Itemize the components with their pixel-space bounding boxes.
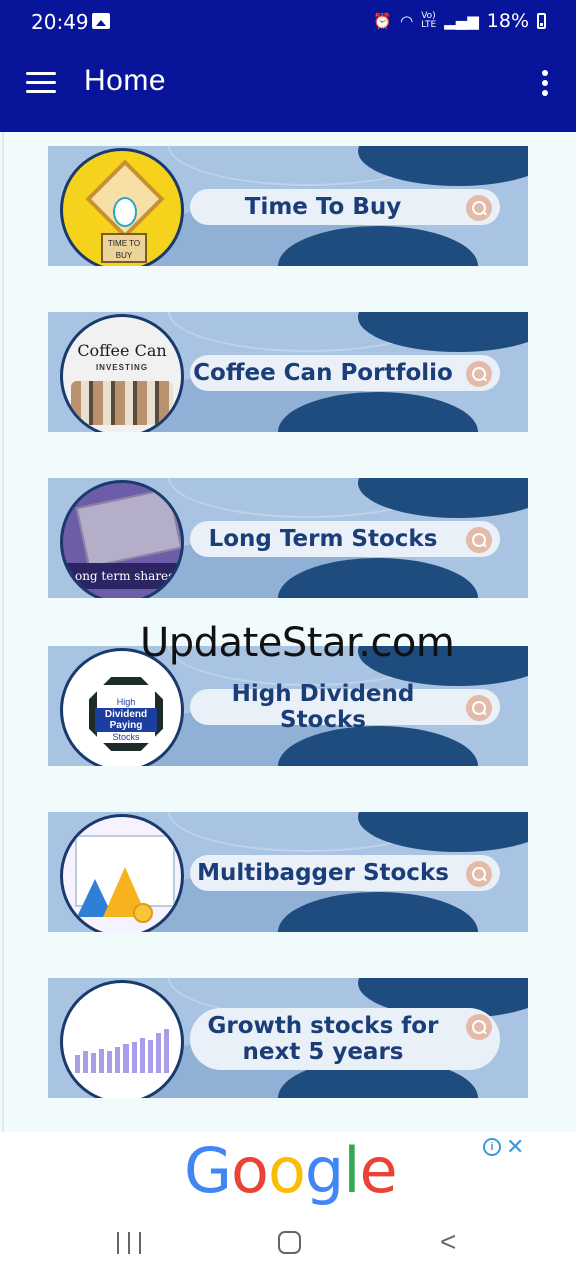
search-icon	[466, 695, 492, 721]
art-top: High	[116, 697, 136, 707]
page-title: Home	[84, 64, 167, 97]
banner-pill: Coffee Can Portfolio	[190, 355, 500, 391]
battery-percent: 18%	[486, 10, 529, 32]
banner-label: High Dividend Stocks	[231, 681, 415, 733]
banner-pill: Long Term Stocks	[190, 521, 500, 557]
hamburger-menu-icon[interactable]	[26, 72, 56, 96]
art-mid: Dividend Paying	[95, 708, 157, 732]
art-sign: TIME TO BUY	[101, 233, 147, 263]
more-options-icon[interactable]	[540, 70, 550, 100]
banner-growth-stocks[interactable]: Growth stocks for next 5 years	[48, 978, 528, 1098]
ad-banner[interactable]: Google i ✕	[0, 1132, 576, 1218]
app-bar: Home	[0, 44, 576, 132]
ad-info-icon[interactable]: i	[483, 1138, 501, 1156]
money-illustration: Long term shares	[60, 480, 184, 598]
wifi-icon: ◠	[400, 12, 414, 30]
art-bottom: Stocks	[112, 732, 140, 742]
banner-label: Coffee Can Portfolio	[193, 360, 453, 386]
banner-pill: Growth stocks for next 5 years	[190, 1008, 500, 1070]
system-nav-bar: <	[0, 1218, 576, 1280]
status-time: 20:49	[31, 10, 89, 34]
search-icon	[466, 361, 492, 387]
search-icon	[466, 861, 492, 887]
ad-close-icon[interactable]: ✕	[506, 1134, 524, 1160]
art-caption: Long term shares	[63, 563, 181, 589]
back-icon[interactable]: <	[440, 1228, 456, 1256]
signal-icon: ▂▄▆	[444, 12, 479, 30]
banner-label: Growth stocks for next 5 years	[207, 1013, 439, 1065]
watermark: UpdateStar.com	[140, 620, 455, 666]
banner-pill: Time To Buy	[190, 189, 500, 225]
banner-multibagger-stocks[interactable]: Multibagger Stocks	[48, 812, 528, 932]
status-indicators: ⏰ ◠ Vo) LTE ▂▄▆ 18%	[373, 10, 546, 32]
image-notification-icon	[92, 13, 110, 29]
coffee-can-illustration: Coffee Can INVESTING	[60, 314, 184, 432]
banner-pill: Multibagger Stocks	[190, 855, 500, 891]
status-bar: 20:49 ⏰ ◠ Vo) LTE ▂▄▆ 18%	[0, 0, 576, 44]
search-icon	[466, 527, 492, 553]
banner-coffee-can-portfolio[interactable]: Coffee Can INVESTING Coffee Can Portfoli…	[48, 312, 528, 432]
volte-icon: Vo) LTE	[421, 11, 437, 30]
chart-illustration	[60, 814, 184, 932]
divider	[2, 132, 4, 1132]
banner-label: Time To Buy	[244, 194, 402, 220]
google-logo: Google	[184, 1134, 398, 1207]
recent-apps-icon[interactable]	[117, 1232, 141, 1254]
banner-label: Long Term Stocks	[208, 526, 438, 552]
time-to-buy-illustration: TIME TO BUY	[60, 148, 184, 266]
banner-long-term-stocks[interactable]: Long term shares Long Term Stocks	[48, 478, 528, 598]
search-icon	[466, 195, 492, 221]
art-title: Coffee Can	[77, 341, 167, 360]
art-subtitle: INVESTING	[95, 363, 149, 372]
bar-chart-illustration	[60, 980, 184, 1098]
banner-time-to-buy[interactable]: TIME TO BUY Time To Buy	[48, 146, 528, 266]
banner-pill: High Dividend Stocks	[190, 681, 500, 733]
battery-icon	[537, 13, 546, 29]
banner-label: Multibagger Stocks	[197, 860, 449, 886]
alarm-icon: ⏰	[373, 12, 393, 30]
home-icon[interactable]	[278, 1231, 301, 1254]
search-icon	[466, 1014, 492, 1040]
